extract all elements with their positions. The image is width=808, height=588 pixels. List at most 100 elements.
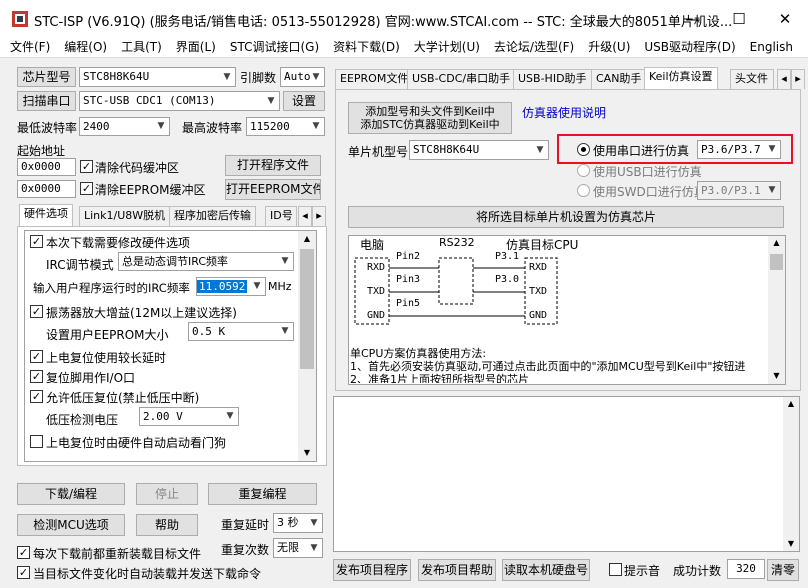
download-button[interactable]: 下载/编程 <box>17 483 125 505</box>
repeat-delay-select[interactable]: 3 秒 ▼ <box>273 513 323 533</box>
hardware-scrollbar[interactable]: ▲ ▼ <box>298 231 316 461</box>
maximize-button[interactable]: ☐ <box>716 0 762 38</box>
scroll-up-icon[interactable]: ▲ <box>783 397 799 411</box>
open-eeprom-button[interactable]: 打开EEPROM文件 <box>225 179 321 200</box>
clear-count-button[interactable]: 清零 <box>767 559 799 581</box>
scroll-down-icon[interactable]: ▼ <box>768 369 785 383</box>
serial-emulation-radio[interactable] <box>577 143 590 156</box>
chevron-down-icon: ▼ <box>223 72 231 82</box>
tab-header-file[interactable]: 头文件 <box>730 69 774 89</box>
publish-program-button[interactable]: 发布项目程序 <box>333 559 411 581</box>
window-title: STC-ISP (V6.91Q) (服务电话/销售电话: 0513-550129… <box>34 15 733 30</box>
beep-checkbox[interactable] <box>609 563 622 576</box>
menu-forum[interactable]: 去论坛/选型(F) <box>484 38 578 56</box>
mcu-model-select[interactable]: STC8H8K64U ▼ <box>409 140 549 160</box>
diagram-gnd: GND <box>367 310 386 321</box>
code-address-input[interactable]: 0x0000 <box>17 158 76 176</box>
tab-scroll-left[interactable]: ◂ <box>777 69 791 89</box>
diagram-pin2: Pin2 <box>396 251 421 262</box>
lvd-reset-checkbox[interactable]: ✓ <box>30 390 43 403</box>
osc-gain-checkbox[interactable]: ✓ <box>30 305 43 318</box>
usb-emulation-radio[interactable] <box>577 164 590 177</box>
note-line-2: 2、准备1片上面按钮所指型号的芯片 <box>350 373 529 383</box>
eeprom-size-select[interactable]: 0.5 K ▼ <box>188 322 294 341</box>
tab-link1[interactable]: Link1/U8W脱机 <box>79 206 171 226</box>
stop-button[interactable]: 停止 <box>136 483 198 505</box>
help-button[interactable]: 帮助 <box>136 514 198 536</box>
scroll-down-icon[interactable]: ▼ <box>783 537 799 551</box>
menu-university[interactable]: 大学计划(U) <box>404 38 484 56</box>
irc-freq-select[interactable]: 11.0592 ▼ <box>196 277 266 296</box>
repeat-count-select[interactable]: 无限 ▼ <box>273 538 323 558</box>
serial-port-select[interactable]: P3.6/P3.7 ▼ <box>697 140 781 159</box>
tab-scroll-right[interactable]: ▸ <box>791 69 805 89</box>
menu-download[interactable]: 资料下载(D) <box>323 38 404 56</box>
menu-debug[interactable]: STC调试接口(G) <box>220 38 323 56</box>
tab-can[interactable]: CAN助手 <box>591 69 647 89</box>
lvd-voltage-select[interactable]: 2.00 V ▼ <box>139 407 239 426</box>
scroll-down-icon[interactable]: ▼ <box>298 445 316 461</box>
chip-model-button[interactable]: 芯片型号 <box>17 67 76 87</box>
minimize-button[interactable]: — <box>670 0 716 38</box>
tab-eeprom-file[interactable]: EEPROM文件 <box>335 69 414 89</box>
scroll-thumb[interactable] <box>770 254 783 270</box>
swd-port-select[interactable]: P3.0/P3.1 ▼ <box>697 181 781 200</box>
log-scrollbar[interactable]: ▲ ▼ <box>783 397 799 551</box>
menu-english[interactable]: English <box>740 38 797 56</box>
swd-emulation-radio[interactable] <box>577 184 590 197</box>
menu-tools[interactable]: 工具(T) <box>111 38 166 56</box>
output-log[interactable] <box>333 396 800 552</box>
scroll-up-icon[interactable]: ▲ <box>298 231 316 247</box>
menu-interface[interactable]: 界面(L) <box>166 38 220 56</box>
chevron-down-icon: ▼ <box>768 185 776 195</box>
scroll-thumb[interactable] <box>300 249 314 369</box>
menu-usb-driver[interactable]: USB驱动程序(D) <box>634 38 739 56</box>
eeprom-address-input[interactable]: 0x0000 <box>17 180 76 198</box>
pin-count-select[interactable]: Auto ▼ <box>280 67 325 87</box>
port-select[interactable]: STC-USB CDC1 (COM13) ▼ <box>79 91 280 111</box>
diagram-pc-label: 电脑 <box>360 238 385 252</box>
scan-port-button[interactable]: 扫描串口 <box>17 91 76 111</box>
scroll-up-icon[interactable]: ▲ <box>768 236 785 250</box>
reprogram-button[interactable]: 重复编程 <box>208 483 317 505</box>
tab-id[interactable]: ID号 <box>265 206 297 226</box>
modify-hw-checkbox[interactable]: ✓ <box>30 235 43 248</box>
beep-label: 提示音 <box>624 564 661 578</box>
publish-help-button[interactable]: 发布项目帮助 <box>418 559 496 581</box>
open-program-button[interactable]: 打开程序文件 <box>225 155 321 176</box>
max-baud-select[interactable]: 115200 ▼ <box>246 117 325 136</box>
tab-hardware[interactable]: 硬件选项 <box>19 204 73 226</box>
power-delay-checkbox[interactable]: ✓ <box>30 350 43 363</box>
emulator-help-link[interactable]: 仿真器使用说明 <box>522 104 606 121</box>
start-address-label: 起始地址 <box>17 144 66 158</box>
chip-model-select[interactable]: STC8H8K64U ▼ <box>79 67 236 87</box>
watchdog-label: 上电复位时由硬件自动启动看门狗 <box>46 436 227 450</box>
menu-program[interactable]: 编程(O) <box>54 38 111 56</box>
settings-button[interactable]: 设置 <box>283 91 325 111</box>
menu-file[interactable]: 文件(F) <box>0 38 54 56</box>
reload-before-label: 每次下载前都重新装载目标文件 <box>33 547 202 561</box>
info-scrollbar[interactable]: ▲ ▼ <box>768 236 785 384</box>
clear-code-checkbox[interactable]: ✓ <box>80 160 93 173</box>
chevron-down-icon: ▼ <box>312 72 320 82</box>
tab-keil-emulation[interactable]: Keil仿真设置 <box>644 67 718 89</box>
watchdog-checkbox[interactable] <box>30 435 43 448</box>
close-button[interactable]: ✕ <box>762 0 808 38</box>
min-baud-select[interactable]: 2400 ▼ <box>79 117 170 136</box>
tab-usb-cdc[interactable]: USB-CDC/串口助手 <box>407 69 516 89</box>
clear-eeprom-checkbox[interactable]: ✓ <box>80 182 93 195</box>
mhz-unit: MHz <box>268 280 292 293</box>
set-emulation-chip-button[interactable]: 将所选目标单片机设置为仿真芯片 <box>348 206 784 228</box>
add-to-keil-button[interactable]: 添加型号和头文件到Keil中 添加STC仿真器驱动到Keil中 <box>348 102 512 134</box>
read-disk-button[interactable]: 读取本机硬盘号 <box>502 559 590 581</box>
irc-mode-select[interactable]: 总是动态调节IRC频率 ▼ <box>118 252 294 271</box>
auto-reload-checkbox[interactable]: ✓ <box>17 566 30 579</box>
tab-scroll-right[interactable]: ▸ <box>312 206 326 226</box>
reset-pin-checkbox[interactable]: ✓ <box>30 370 43 383</box>
detect-mcu-button[interactable]: 检测MCU选项 <box>17 514 125 536</box>
reload-before-checkbox[interactable]: ✓ <box>17 546 30 559</box>
tab-usb-hid[interactable]: USB-HID助手 <box>513 69 592 89</box>
tab-encrypt[interactable]: 程序加密后传输 <box>169 206 256 226</box>
tab-scroll-left[interactable]: ◂ <box>298 206 312 226</box>
menu-upgrade[interactable]: 升级(U) <box>578 38 634 56</box>
